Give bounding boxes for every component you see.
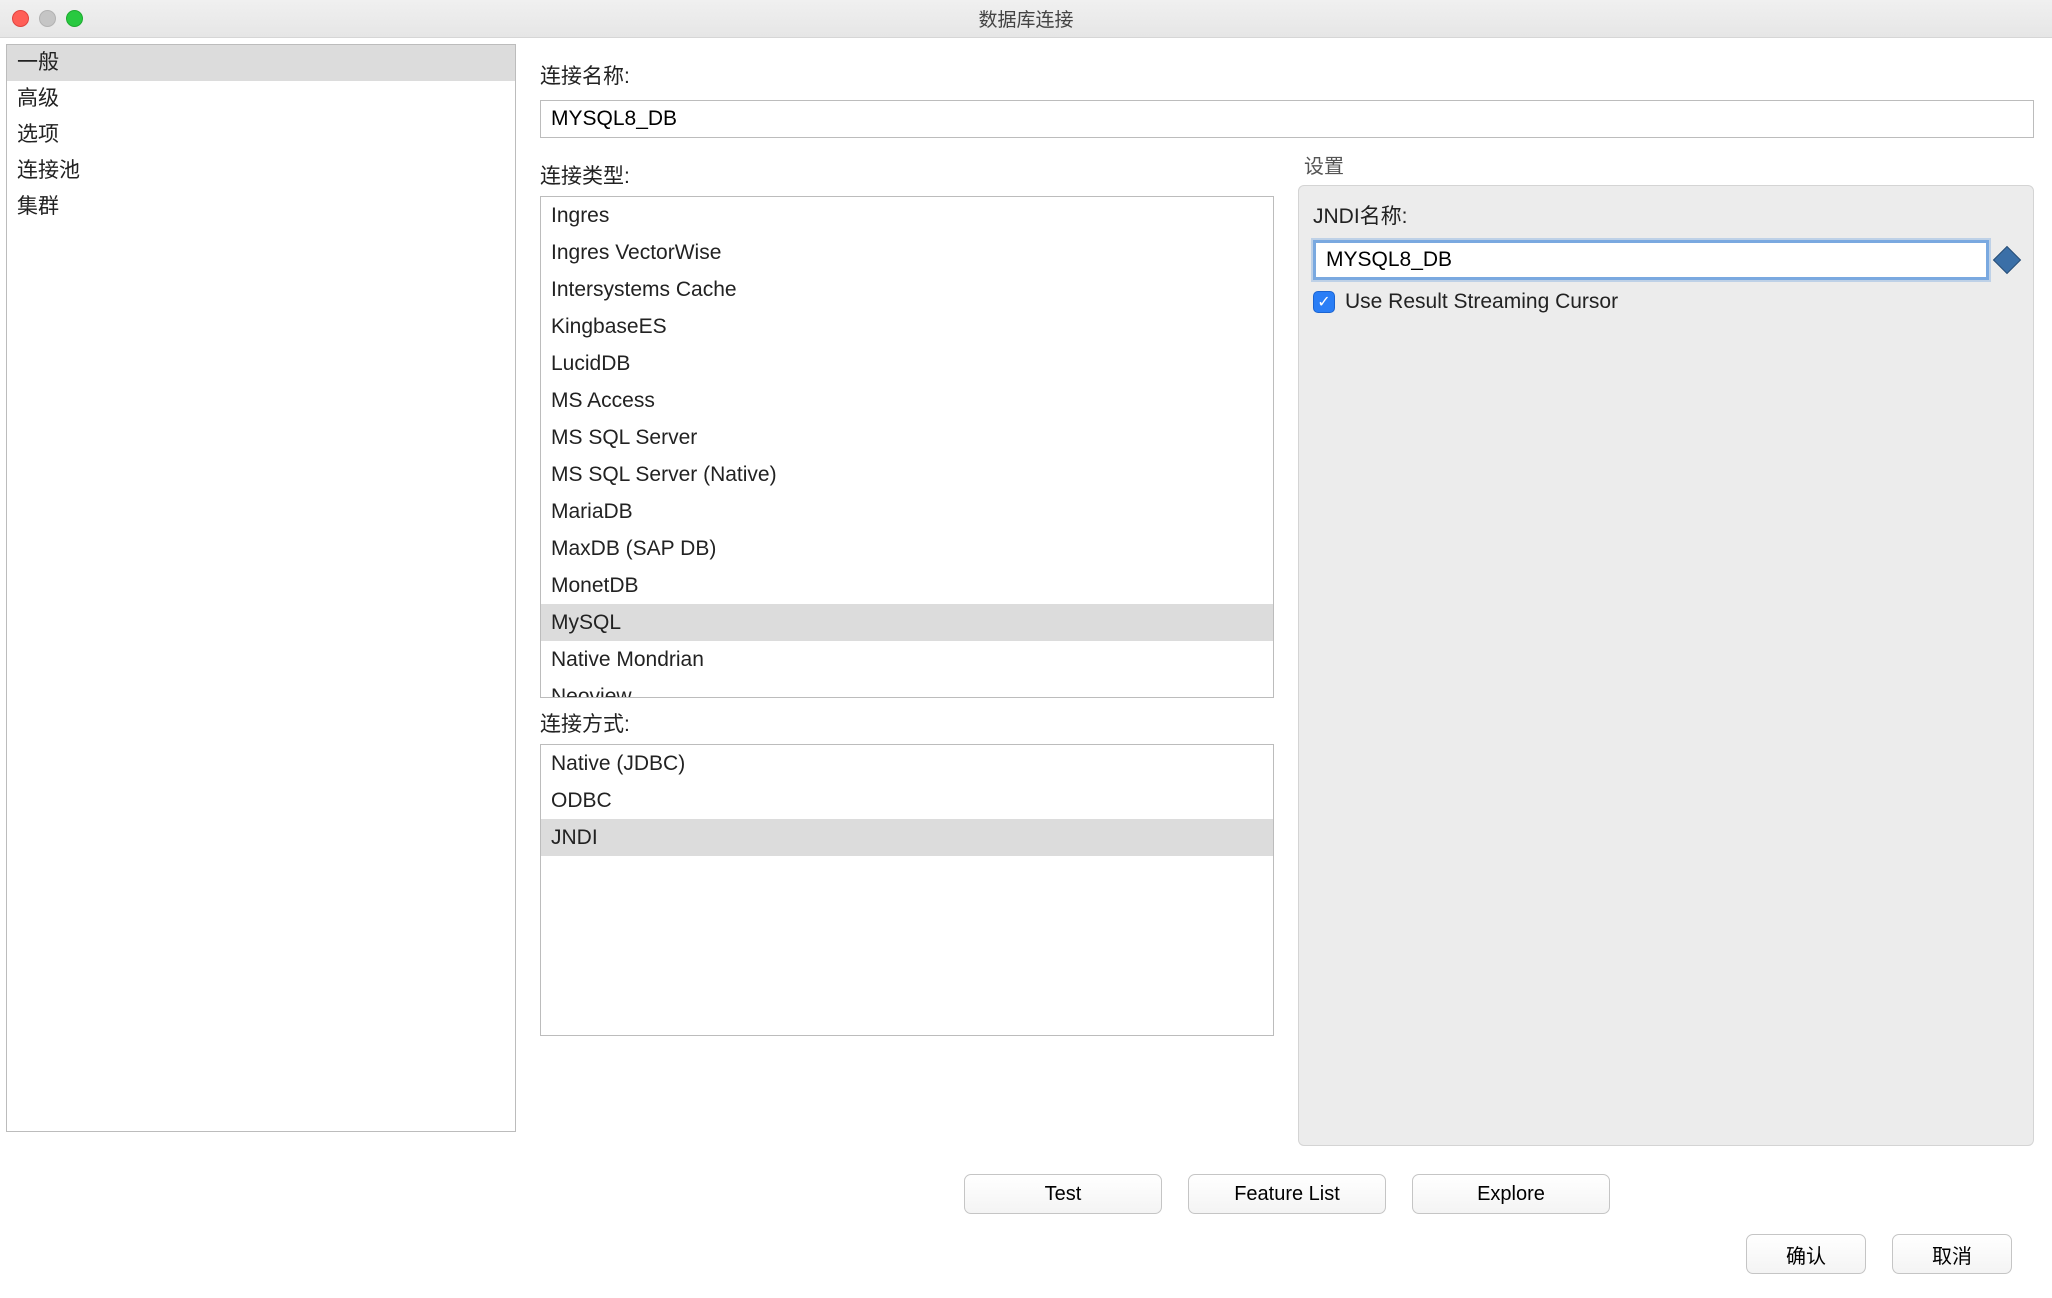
sidebar-item-label: 集群 (17, 195, 59, 218)
explore-button[interactable]: Explore (1412, 1174, 1610, 1214)
sidebar-item-label: 一般 (17, 51, 59, 74)
list-item[interactable]: Native (JDBC) (541, 745, 1273, 782)
sidebar-item-label: 连接池 (17, 159, 80, 182)
settings-group: JNDI名称: ✓ Use Result Streaming Cursor (1298, 185, 2034, 1146)
connection-name-label: 连接名称: (540, 60, 2034, 90)
connection-method-label: 连接方式: (540, 708, 1274, 738)
category-sidebar: 一般 高级 选项 连接池 集群 (6, 44, 516, 1132)
jndi-name-label: JNDI名称: (1313, 200, 2019, 230)
traffic-lights (12, 10, 83, 27)
sidebar-item-cluster[interactable]: 集群 (7, 189, 515, 225)
feature-list-button[interactable]: Feature List (1188, 1174, 1386, 1214)
titlebar: 数据库连接 (0, 0, 2052, 38)
test-button[interactable]: Test (964, 1174, 1162, 1214)
list-item[interactable]: MySQL (541, 604, 1273, 641)
list-item[interactable]: JNDI (541, 819, 1273, 856)
checkbox-checked-icon: ✓ (1313, 291, 1335, 313)
jndi-name-input[interactable] (1313, 240, 1989, 280)
list-item[interactable]: Intersystems Cache (541, 271, 1273, 308)
window-title: 数据库连接 (0, 5, 2052, 32)
list-item[interactable]: MS Access (541, 382, 1273, 419)
list-item[interactable]: LucidDB (541, 345, 1273, 382)
list-item[interactable]: Ingres (541, 197, 1273, 234)
connection-type-list[interactable]: IngresIngres VectorWiseIntersystems Cach… (540, 196, 1274, 698)
checkbox-label: Use Result Streaming Cursor (1345, 290, 1618, 314)
sidebar-item-label: 高级 (17, 87, 59, 110)
sidebar-item-general[interactable]: 一般 (7, 45, 515, 81)
list-item[interactable]: KingbaseES (541, 308, 1273, 345)
list-item[interactable]: Ingres VectorWise (541, 234, 1273, 271)
list-item[interactable]: Neoview (541, 678, 1273, 698)
variable-picker-button[interactable] (1995, 250, 2019, 270)
list-item[interactable]: MonetDB (541, 567, 1273, 604)
connection-type-label: 连接类型: (540, 160, 1274, 190)
zoom-window-button[interactable] (66, 10, 83, 27)
sidebar-item-pooling[interactable]: 连接池 (7, 153, 515, 189)
action-button-bar: Test Feature List Explore (522, 1152, 2052, 1224)
settings-group-label: 设置 (1304, 150, 2034, 179)
connection-method-list[interactable]: Native (JDBC)ODBCJNDI (540, 744, 1274, 1036)
sidebar-item-label: 选项 (17, 123, 59, 146)
list-item[interactable]: MariaDB (541, 493, 1273, 530)
cancel-button[interactable]: 取消 (1892, 1234, 2012, 1274)
minimize-window-button[interactable] (39, 10, 56, 27)
list-item[interactable]: ODBC (541, 782, 1273, 819)
dialog-button-bar: 确认 取消 (522, 1224, 2052, 1298)
list-item[interactable]: MS SQL Server (541, 419, 1273, 456)
list-item[interactable]: MaxDB (SAP DB) (541, 530, 1273, 567)
sidebar-item-advanced[interactable]: 高级 (7, 81, 515, 117)
sidebar-item-options[interactable]: 选项 (7, 117, 515, 153)
close-window-button[interactable] (12, 10, 29, 27)
list-item[interactable]: Native Mondrian (541, 641, 1273, 678)
connection-name-input[interactable] (540, 100, 2034, 138)
list-item[interactable]: MS SQL Server (Native) (541, 456, 1273, 493)
streaming-cursor-checkbox[interactable]: ✓ Use Result Streaming Cursor (1313, 290, 2019, 314)
diamond-icon (1993, 246, 2021, 274)
ok-button[interactable]: 确认 (1746, 1234, 1866, 1274)
